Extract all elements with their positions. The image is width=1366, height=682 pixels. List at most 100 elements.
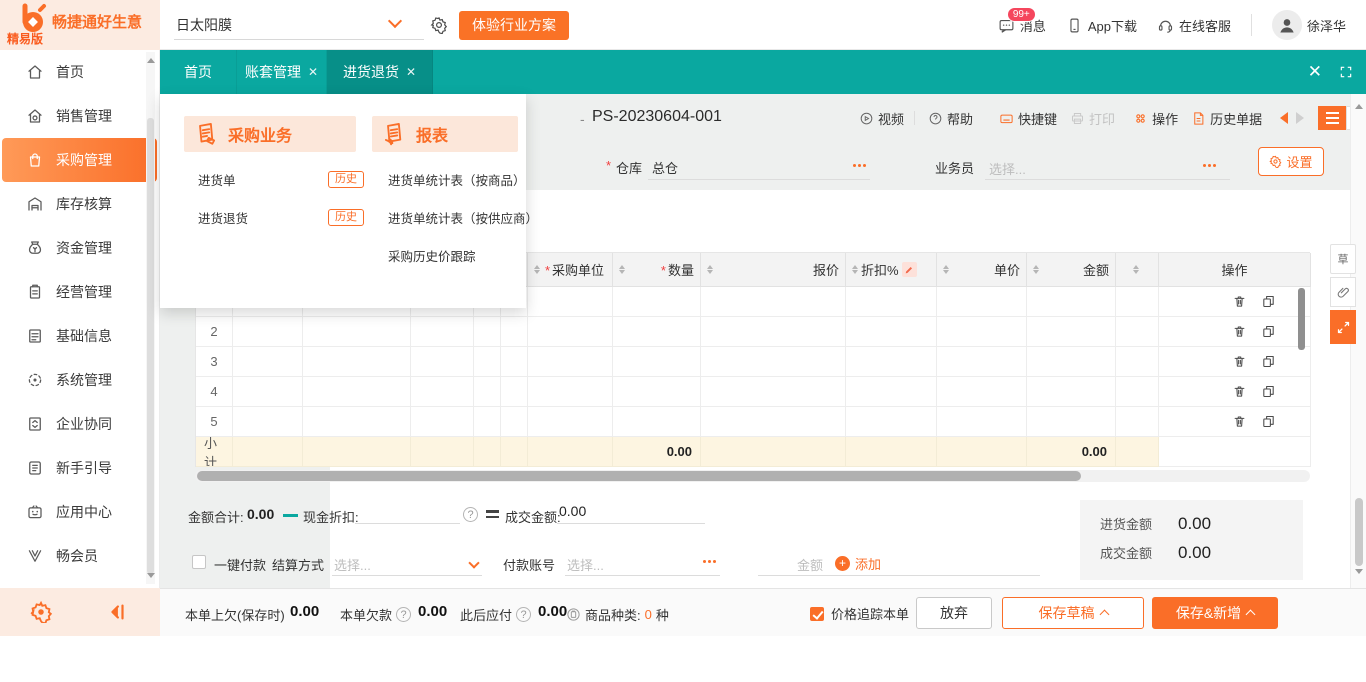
cell-col-d[interactable] <box>474 377 501 407</box>
sidebar-item-operations[interactable]: 经营管理 <box>0 270 159 314</box>
menu-item-purchase-return[interactable]: 进货退货历史 <box>198 198 364 236</box>
delete-row-icon[interactable] <box>1232 354 1247 369</box>
cash-discount-input[interactable] <box>355 500 460 524</box>
sidebar-item-funds[interactable]: 资金管理 <box>0 226 159 270</box>
cell-qty[interactable] <box>613 377 701 407</box>
cell-amount[interactable] <box>1027 317 1116 347</box>
cell-quote[interactable] <box>701 347 846 377</box>
cell-col-c[interactable] <box>411 377 474 407</box>
cell-actions[interactable] <box>1159 317 1311 347</box>
sidebar-item-home[interactable]: 首页 <box>0 50 159 94</box>
menu-item-price-history[interactable]: 采购历史价跟踪 <box>388 236 523 274</box>
cell-col-b[interactable] <box>303 317 411 347</box>
sidebar-item-inventory[interactable]: 库存核算 <box>0 182 159 226</box>
tab-account-books[interactable]: 账套管理✕ <box>237 50 327 94</box>
trial-plan-button[interactable]: 体验行业方案 <box>459 11 569 40</box>
menu-item-stat-by-goods[interactable]: 进货单统计表（按商品） <box>388 160 523 198</box>
cell-col-b[interactable] <box>303 377 411 407</box>
scroll-up-icon[interactable] <box>147 54 155 63</box>
sidebar-scroll-thumb[interactable] <box>147 118 154 574</box>
warehouse-picker-icon[interactable] <box>853 164 866 167</box>
sort-icon[interactable] <box>1133 262 1139 277</box>
table-scrollbar-thumb[interactable] <box>1298 288 1305 350</box>
column-header-quote[interactable]: 报价 <box>701 253 846 287</box>
sidebar-item-purchase[interactable]: 采购管理 <box>2 138 157 182</box>
cell-discount[interactable] <box>846 287 937 317</box>
cell-sort-only[interactable] <box>1116 317 1159 347</box>
delete-row-icon[interactable] <box>1232 384 1247 399</box>
copy-row-icon[interactable] <box>1261 384 1276 399</box>
menu-item-purchase-order[interactable]: 进货单历史 <box>198 160 364 198</box>
account-book-select[interactable]: 日太阳膜 <box>174 10 424 40</box>
add-payment-button[interactable]: + 添加 <box>835 554 881 573</box>
cell-purchase-unit[interactable] <box>528 347 613 377</box>
cell-col-c[interactable] <box>411 407 474 437</box>
copy-row-icon[interactable] <box>1261 294 1276 309</box>
sidebar-item-app-center[interactable]: 应用中心 <box>0 490 159 534</box>
column-header-amount[interactable]: 金额 <box>1027 253 1116 287</box>
scroll-down-icon[interactable] <box>147 573 155 582</box>
column-header-sort-only[interactable] <box>1116 253 1159 287</box>
cell-qty[interactable] <box>613 287 701 317</box>
sort-icon[interactable] <box>852 262 858 277</box>
help-icon[interactable] <box>396 607 411 622</box>
user-menu[interactable]: 徐泽华 <box>1272 10 1346 40</box>
sidebar-item-sales[interactable]: 销售管理 <box>0 94 159 138</box>
cell-quote[interactable] <box>701 407 846 437</box>
list-view-toggle[interactable] <box>1318 106 1346 130</box>
sort-icon[interactable] <box>943 262 949 277</box>
cell-col-a[interactable] <box>233 377 303 407</box>
draft-button[interactable]: 草 <box>1330 244 1356 274</box>
deal-amount-input[interactable]: 0.00 <box>557 500 705 524</box>
cell-amount[interactable] <box>1027 407 1116 437</box>
warehouse-input[interactable] <box>648 156 870 180</box>
sort-icon[interactable] <box>534 262 540 277</box>
online-service-button[interactable]: 在线客服 <box>1157 16 1231 35</box>
cell-discount[interactable] <box>846 377 937 407</box>
cell-amount[interactable] <box>1027 377 1116 407</box>
copy-row-icon[interactable] <box>1261 354 1276 369</box>
cell-purchase-unit[interactable] <box>528 407 613 437</box>
cell-quote[interactable] <box>701 377 846 407</box>
cell-actions[interactable] <box>1159 287 1311 317</box>
column-header-unit-price[interactable]: 单价 <box>937 253 1027 287</box>
cell-sort-only[interactable] <box>1116 407 1159 437</box>
cell-col-e[interactable] <box>501 377 528 407</box>
edit-column-icon[interactable] <box>902 262 917 277</box>
cell-col-c[interactable] <box>411 347 474 377</box>
sidebar-item-collaboration[interactable]: 企业协同 <box>0 402 159 446</box>
next-doc-icon[interactable] <box>1296 112 1304 124</box>
copy-row-icon[interactable] <box>1261 414 1276 429</box>
salesman-input[interactable]: 选择... <box>985 156 1230 180</box>
history-badge[interactable]: 历史 <box>328 209 364 226</box>
cell-col-a[interactable] <box>233 347 303 377</box>
cell-unit-price[interactable] <box>937 407 1027 437</box>
help-icon[interactable] <box>516 607 531 622</box>
history-badge[interactable]: 历史 <box>328 171 364 188</box>
cell-discount[interactable] <box>846 347 937 377</box>
cell-col-e[interactable] <box>501 407 528 437</box>
sort-icon[interactable] <box>619 262 625 277</box>
column-header-discount[interactable]: 折扣% <box>846 253 937 287</box>
cell-discount[interactable] <box>846 407 937 437</box>
cell-unit-price[interactable] <box>937 317 1027 347</box>
close-tab-icon[interactable]: ✕ <box>308 65 318 79</box>
fullscreen-icon[interactable] <box>1339 65 1353 79</box>
cell-amount[interactable] <box>1027 347 1116 377</box>
cell-purchase-unit[interactable] <box>528 377 613 407</box>
sidebar-item-base-info[interactable]: 基础信息 <box>0 314 159 358</box>
account-settings-gear-icon[interactable] <box>430 16 448 34</box>
horizontal-scrollbar[interactable] <box>195 470 1310 482</box>
pay-account-picker-icon[interactable] <box>703 560 716 563</box>
cell-unit-price[interactable] <box>937 287 1027 317</box>
cell-qty[interactable] <box>613 317 701 347</box>
expand-panel-button[interactable] <box>1330 310 1356 344</box>
cell-col-a[interactable] <box>233 317 303 347</box>
settle-method-select[interactable]: 选择... <box>332 552 482 576</box>
cell-qty[interactable] <box>613 347 701 377</box>
cell-actions[interactable] <box>1159 377 1311 407</box>
cell-unit-price[interactable] <box>937 377 1027 407</box>
print-button[interactable]: 打印 <box>1070 109 1115 128</box>
cell-amount[interactable] <box>1027 287 1116 317</box>
cell-actions[interactable] <box>1159 407 1311 437</box>
